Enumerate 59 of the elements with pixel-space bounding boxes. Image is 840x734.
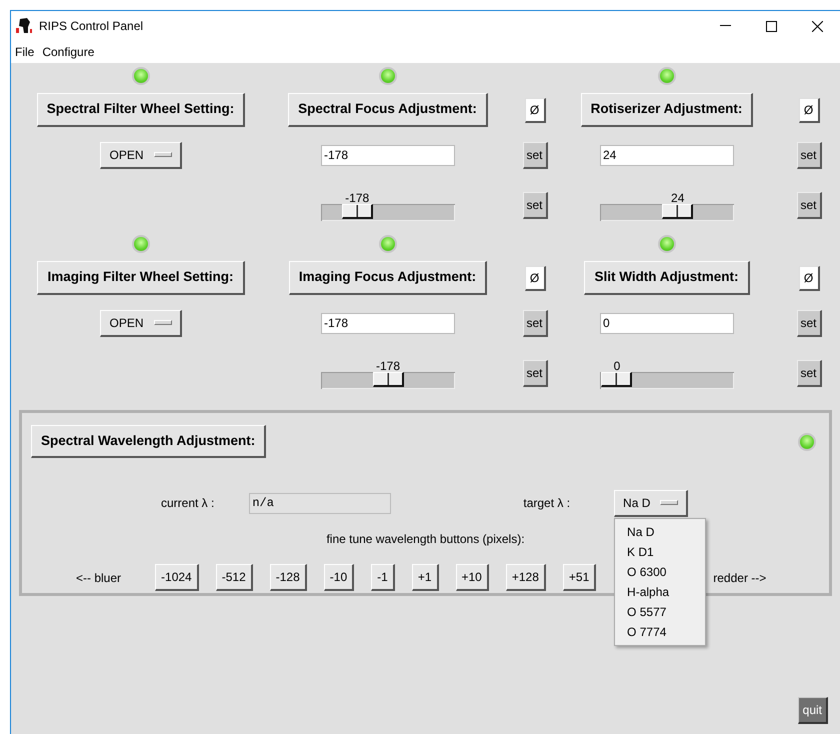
- step-button[interactable]: -512: [216, 564, 253, 592]
- set-button[interactable]: set: [796, 360, 822, 386]
- slider[interactable]: [321, 372, 455, 389]
- filter-wheel-button[interactable]: Spectral Filter Wheel Setting:: [36, 93, 246, 127]
- step-button[interactable]: -10: [324, 564, 354, 592]
- set-button[interactable]: set: [522, 360, 548, 386]
- target-dropdown[interactable]: Na D: [614, 490, 688, 517]
- step-button[interactable]: -1: [371, 564, 395, 592]
- app-icon: [15, 18, 33, 34]
- value-field[interactable]: 24: [600, 144, 734, 166]
- menu-option[interactable]: O 5577: [615, 602, 706, 622]
- target-wavelength-label: target λ :: [523, 495, 570, 512]
- menu-option[interactable]: Na D: [615, 522, 706, 542]
- set-button[interactable]: set: [522, 192, 548, 218]
- menu-option[interactable]: O 6300: [615, 562, 706, 582]
- slider-reading: 0: [614, 358, 620, 375]
- redder-label: redder -->: [713, 570, 766, 587]
- step-button[interactable]: -128: [270, 564, 307, 592]
- slider[interactable]: [321, 204, 455, 221]
- quit-button[interactable]: quit: [798, 697, 828, 724]
- slider[interactable]: [600, 204, 734, 221]
- wavelength-button[interactable]: Spectral Wavelength Adjustment:: [31, 425, 266, 458]
- zero-button[interactable]: Ø: [798, 98, 820, 122]
- current-wavelength-label: current λ :: [161, 495, 214, 512]
- menu-item[interactable]: Configure: [38, 43, 98, 61]
- step-button[interactable]: -1024: [155, 564, 199, 592]
- adjustment-button[interactable]: Spectral Focus Adjustment:: [288, 93, 488, 127]
- adjustment-button[interactable]: Imaging Focus Adjustment:: [288, 261, 488, 295]
- set-button[interactable]: set: [522, 310, 548, 336]
- slider-reading: 24: [671, 190, 684, 207]
- set-button[interactable]: set: [796, 192, 822, 218]
- fine-tune-label: fine tune wavelength buttons (pixels):: [326, 532, 525, 546]
- filter-wheel-button[interactable]: Imaging Filter Wheel Setting:: [37, 261, 244, 295]
- zero-button[interactable]: Ø: [798, 266, 820, 290]
- filter-dropdown[interactable]: OPEN: [100, 310, 182, 336]
- menu-option[interactable]: K D1: [615, 542, 706, 562]
- slider-reading: -178: [345, 190, 370, 207]
- menu-option[interactable]: O 7774: [615, 622, 706, 642]
- zero-button[interactable]: Ø: [524, 266, 546, 290]
- slider-reading: -178: [376, 358, 400, 375]
- filter-dropdown[interactable]: OPEN: [100, 142, 182, 168]
- step-button[interactable]: +1: [412, 564, 438, 592]
- value-field[interactable]: 0: [600, 312, 734, 334]
- step-button[interactable]: +51: [562, 564, 596, 592]
- set-button[interactable]: set: [796, 142, 822, 168]
- step-button[interactable]: +128: [506, 564, 546, 592]
- value-field[interactable]: -178: [321, 144, 455, 166]
- menu-option[interactable]: H-alpha: [615, 582, 706, 602]
- window-title: RIPS Control Panel: [39, 18, 144, 35]
- bluer-label: <-- bluer: [76, 570, 122, 587]
- set-button[interactable]: set: [796, 310, 822, 336]
- step-button[interactable]: +10: [456, 564, 489, 592]
- adjustment-button[interactable]: Slit Width Adjustment:: [584, 261, 750, 295]
- value-field[interactable]: -178: [321, 312, 455, 334]
- adjustment-button[interactable]: Rotiserizer Adjustment:: [580, 93, 754, 127]
- current-wavelength-field: n/a: [249, 492, 392, 514]
- menu-item[interactable]: File: [11, 43, 38, 61]
- zero-button[interactable]: Ø: [524, 98, 546, 122]
- set-button[interactable]: set: [522, 142, 548, 168]
